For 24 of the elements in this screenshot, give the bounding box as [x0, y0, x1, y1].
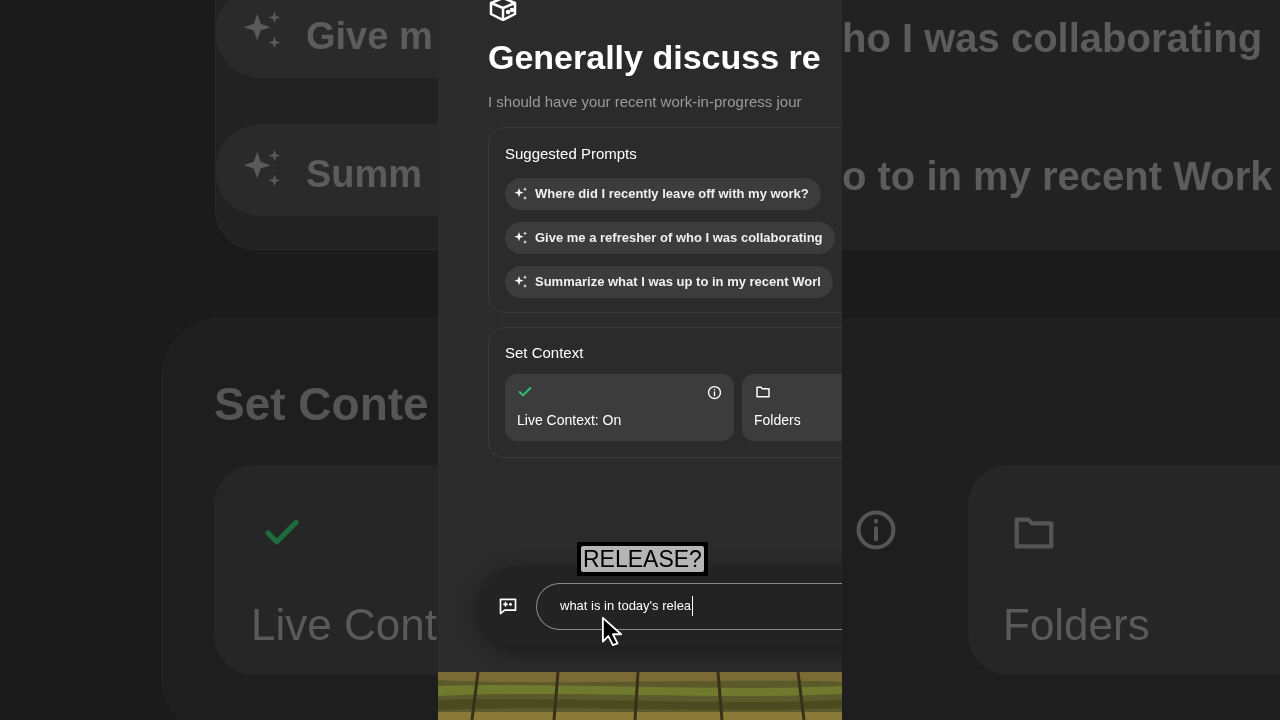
prompt-text: o to in my recent Work — [842, 153, 1273, 200]
prompt-text: ho I was collaborating — [842, 15, 1263, 62]
input-value: what is in today's relea — [560, 596, 694, 616]
sparkle-icon — [513, 274, 529, 290]
sparkle-icon — [513, 230, 529, 246]
suggested-prompt[interactable]: Give me a refresher of who I was collaborating — [505, 222, 835, 254]
info-icon — [854, 508, 898, 552]
folder-icon — [754, 384, 772, 400]
sparkle-icon — [513, 186, 529, 202]
suggested-prompt[interactable]: Where did I recently leave off with my work? — [505, 178, 821, 210]
suggested-prompt[interactable]: Summarize what I was up to in my recent Worl — [505, 266, 833, 298]
page-title: Generally discuss re — [488, 37, 822, 77]
info-icon[interactable] — [707, 384, 722, 400]
card-label: Folders — [754, 411, 801, 430]
chat-sparkle-icon[interactable] — [498, 596, 518, 616]
mouse-pointer-icon — [601, 616, 623, 647]
card-label: Live Context: On — [517, 411, 622, 430]
folders-card[interactable]: Folders — [742, 374, 842, 441]
cube-logo-icon — [488, 0, 518, 21]
panel-title: Set Context — [505, 344, 585, 362]
subtitle: I should have your recent work-in-progress jour — [488, 93, 803, 111]
context-toggle-card[interactable]: Live Context: On — [505, 374, 734, 441]
caption-text: RELEASE? — [581, 546, 704, 572]
panel-title: Suggested Prompts — [505, 144, 638, 164]
